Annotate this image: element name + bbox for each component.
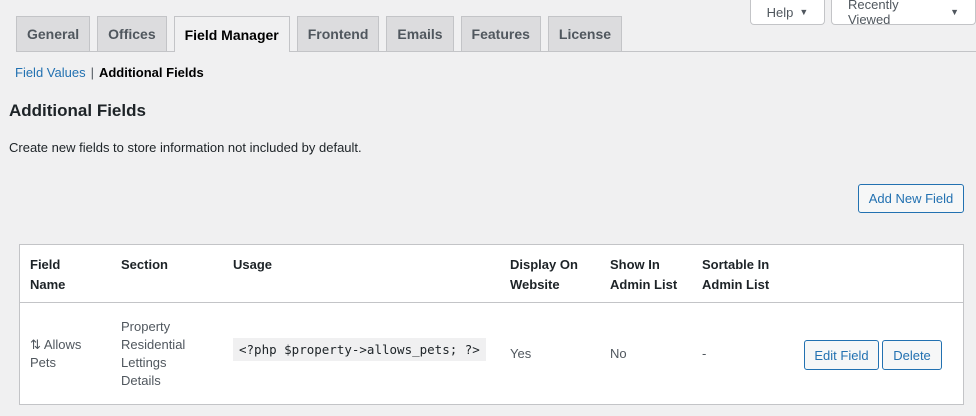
section-line: Details <box>121 373 161 388</box>
tab-frontend[interactable]: Frontend <box>296 16 380 51</box>
delete-button[interactable]: Delete <box>882 340 942 370</box>
page-description: Create new fields to store information n… <box>9 140 362 155</box>
subnav-separator: | <box>90 65 94 80</box>
header-line: Display On <box>510 257 578 272</box>
subnav-current: Additional Fields <box>98 65 204 80</box>
header-line: Show In <box>610 257 660 272</box>
show-admin-cell: No <box>610 346 627 361</box>
field-values-link[interactable]: Field Values <box>15 65 86 80</box>
table-header: Field Name Section Usage Display On Webs… <box>20 245 963 303</box>
header-show-in-admin-list[interactable]: Show In Admin List <box>610 255 677 295</box>
header-line: Admin List <box>702 277 770 292</box>
field-name-line: Pets <box>30 355 57 370</box>
tab-label: General <box>27 26 80 42</box>
settings-tabs: General Offices Field Manager Frontend E… <box>16 15 976 52</box>
table-row: ⇅ Allows Pets Property Residential Letti… <box>20 303 963 405</box>
tab-general[interactable]: General <box>16 16 91 51</box>
header-sortable-in-admin-list[interactable]: Sortable In Admin List <box>702 255 769 295</box>
header-usage[interactable]: Usage <box>233 255 272 275</box>
tab-label: Offices <box>108 26 156 42</box>
fields-table: Field Name Section Usage Display On Webs… <box>19 244 964 405</box>
tab-emails[interactable]: Emails <box>386 16 454 51</box>
header-line: Website <box>510 277 560 292</box>
section-line: Lettings <box>121 355 167 370</box>
section-cell: Property Residential Lettings Details <box>121 318 185 390</box>
tab-label: License <box>558 26 612 42</box>
header-field-name[interactable]: Field Name <box>30 255 65 295</box>
page-title: Additional Fields <box>9 101 146 120</box>
header-line: Sortable In <box>702 257 770 272</box>
tab-label: Emails <box>397 26 443 42</box>
sortable-cell: - <box>702 346 707 361</box>
tab-features[interactable]: Features <box>460 16 541 51</box>
tab-label: Features <box>471 26 530 42</box>
header-display-on-website[interactable]: Display On Website <box>510 255 578 295</box>
header-line: Name <box>30 277 66 292</box>
add-new-field-button[interactable]: Add New Field <box>858 184 964 213</box>
header-line: Field <box>30 257 61 272</box>
section-line: Residential <box>121 337 186 352</box>
tab-field-manager[interactable]: Field Manager <box>173 16 290 52</box>
sort-arrows-icon[interactable]: ⇅ <box>30 337 41 352</box>
usage-code: <?php $property->allows_pets; ?> <box>233 338 486 361</box>
section-line: Property <box>121 319 171 334</box>
edit-field-button[interactable]: Edit Field <box>804 340 879 370</box>
tab-label: Field Manager <box>184 26 279 43</box>
display-cell: Yes <box>510 346 532 361</box>
sub-navigation: Field Values | Additional Fields <box>15 65 204 80</box>
tab-license[interactable]: License <box>547 16 623 51</box>
header-line: Admin List <box>610 277 678 292</box>
field-name-line: Allows <box>43 337 82 352</box>
field-name-cell: ⇅ Allows Pets <box>30 336 81 372</box>
tab-label: Frontend <box>307 26 369 42</box>
header-section[interactable]: Section <box>121 255 168 275</box>
tab-offices[interactable]: Offices <box>97 16 167 51</box>
usage-cell: <?php $property->allows_pets; ?> <box>233 338 486 361</box>
